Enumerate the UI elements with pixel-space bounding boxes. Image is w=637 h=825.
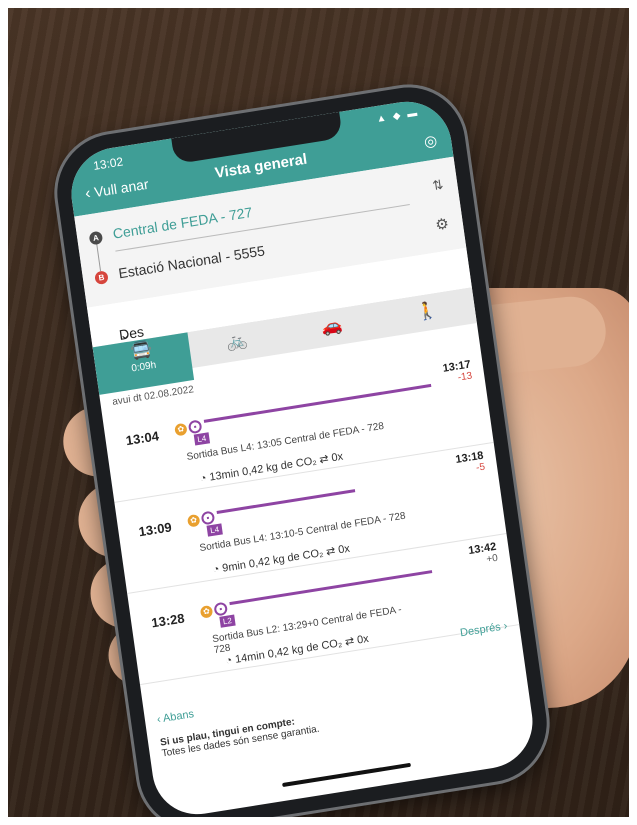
status-icons: ▲ ◆ ▬ bbox=[375, 107, 420, 126]
trip-timeline-bar bbox=[216, 489, 356, 514]
home-indicator[interactable] bbox=[282, 762, 412, 788]
trip-arrival: 13:17 -13 bbox=[442, 359, 473, 386]
app-screen: 13:02 ▲ ◆ ▬ ‹ Vull anar Vista general ◎ A… bbox=[65, 95, 539, 817]
trip-timeline-bar bbox=[229, 570, 433, 606]
trip-description: Sortida Bus L4: 13:05 Central de FEDA - … bbox=[186, 420, 385, 463]
locate-icon[interactable]: ◎ bbox=[423, 131, 438, 151]
origin-field[interactable]: Central de FEDA - 727 bbox=[112, 204, 253, 242]
line-badge: L2 bbox=[219, 614, 236, 628]
trip-arrival: 13:18 -5 bbox=[455, 450, 486, 477]
trip-timeline-bar bbox=[203, 383, 432, 423]
trip-departure-time: 13:28 bbox=[150, 610, 186, 631]
trip-arrival: 13:42 +0 bbox=[468, 541, 499, 568]
swap-icon[interactable]: ⇅ bbox=[431, 177, 444, 195]
bus-icon: 🚍 bbox=[129, 339, 154, 362]
gear-icon[interactable]: ⚙ bbox=[434, 214, 450, 234]
bus-stop-icon: ▪ bbox=[213, 601, 229, 617]
previous-label: Abans bbox=[162, 708, 195, 725]
bus-stop-icon: ▪ bbox=[200, 510, 216, 526]
chevron-left-icon: ‹ bbox=[156, 713, 162, 726]
walk-icon: ✿ bbox=[199, 604, 214, 619]
walk-icon: ✿ bbox=[186, 513, 201, 528]
photo-background: 13:02 ▲ ◆ ▬ ‹ Vull anar Vista general ◎ A… bbox=[8, 8, 629, 817]
line-badge: L4 bbox=[206, 523, 223, 537]
car-icon: 🚗 bbox=[320, 315, 344, 338]
trip-description: Sortida Bus L4: 13:10-5 Central de FEDA … bbox=[198, 510, 407, 555]
previous-button[interactable]: ‹ Abans bbox=[156, 708, 195, 726]
destination-pin-icon: B bbox=[94, 270, 109, 286]
bicycle-icon: 🚲 bbox=[225, 330, 249, 353]
origin-pin-icon: A bbox=[88, 230, 104, 246]
bus-stop-icon: ▪ bbox=[187, 419, 203, 435]
walk-icon: 🚶 bbox=[414, 300, 439, 323]
walk-icon: ✿ bbox=[174, 422, 188, 437]
status-time: 13:02 bbox=[92, 154, 124, 173]
trip-departure-time: 13:09 bbox=[137, 519, 173, 540]
trip-departure-time: 13:04 bbox=[124, 428, 160, 449]
smartphone: 13:02 ▲ ◆ ▬ ‹ Vull anar Vista general ◎ A… bbox=[49, 79, 555, 817]
line-badge: L4 bbox=[193, 432, 210, 446]
route-connector bbox=[96, 244, 102, 272]
destination-field[interactable]: Estació Nacional - 5555 bbox=[117, 242, 265, 281]
